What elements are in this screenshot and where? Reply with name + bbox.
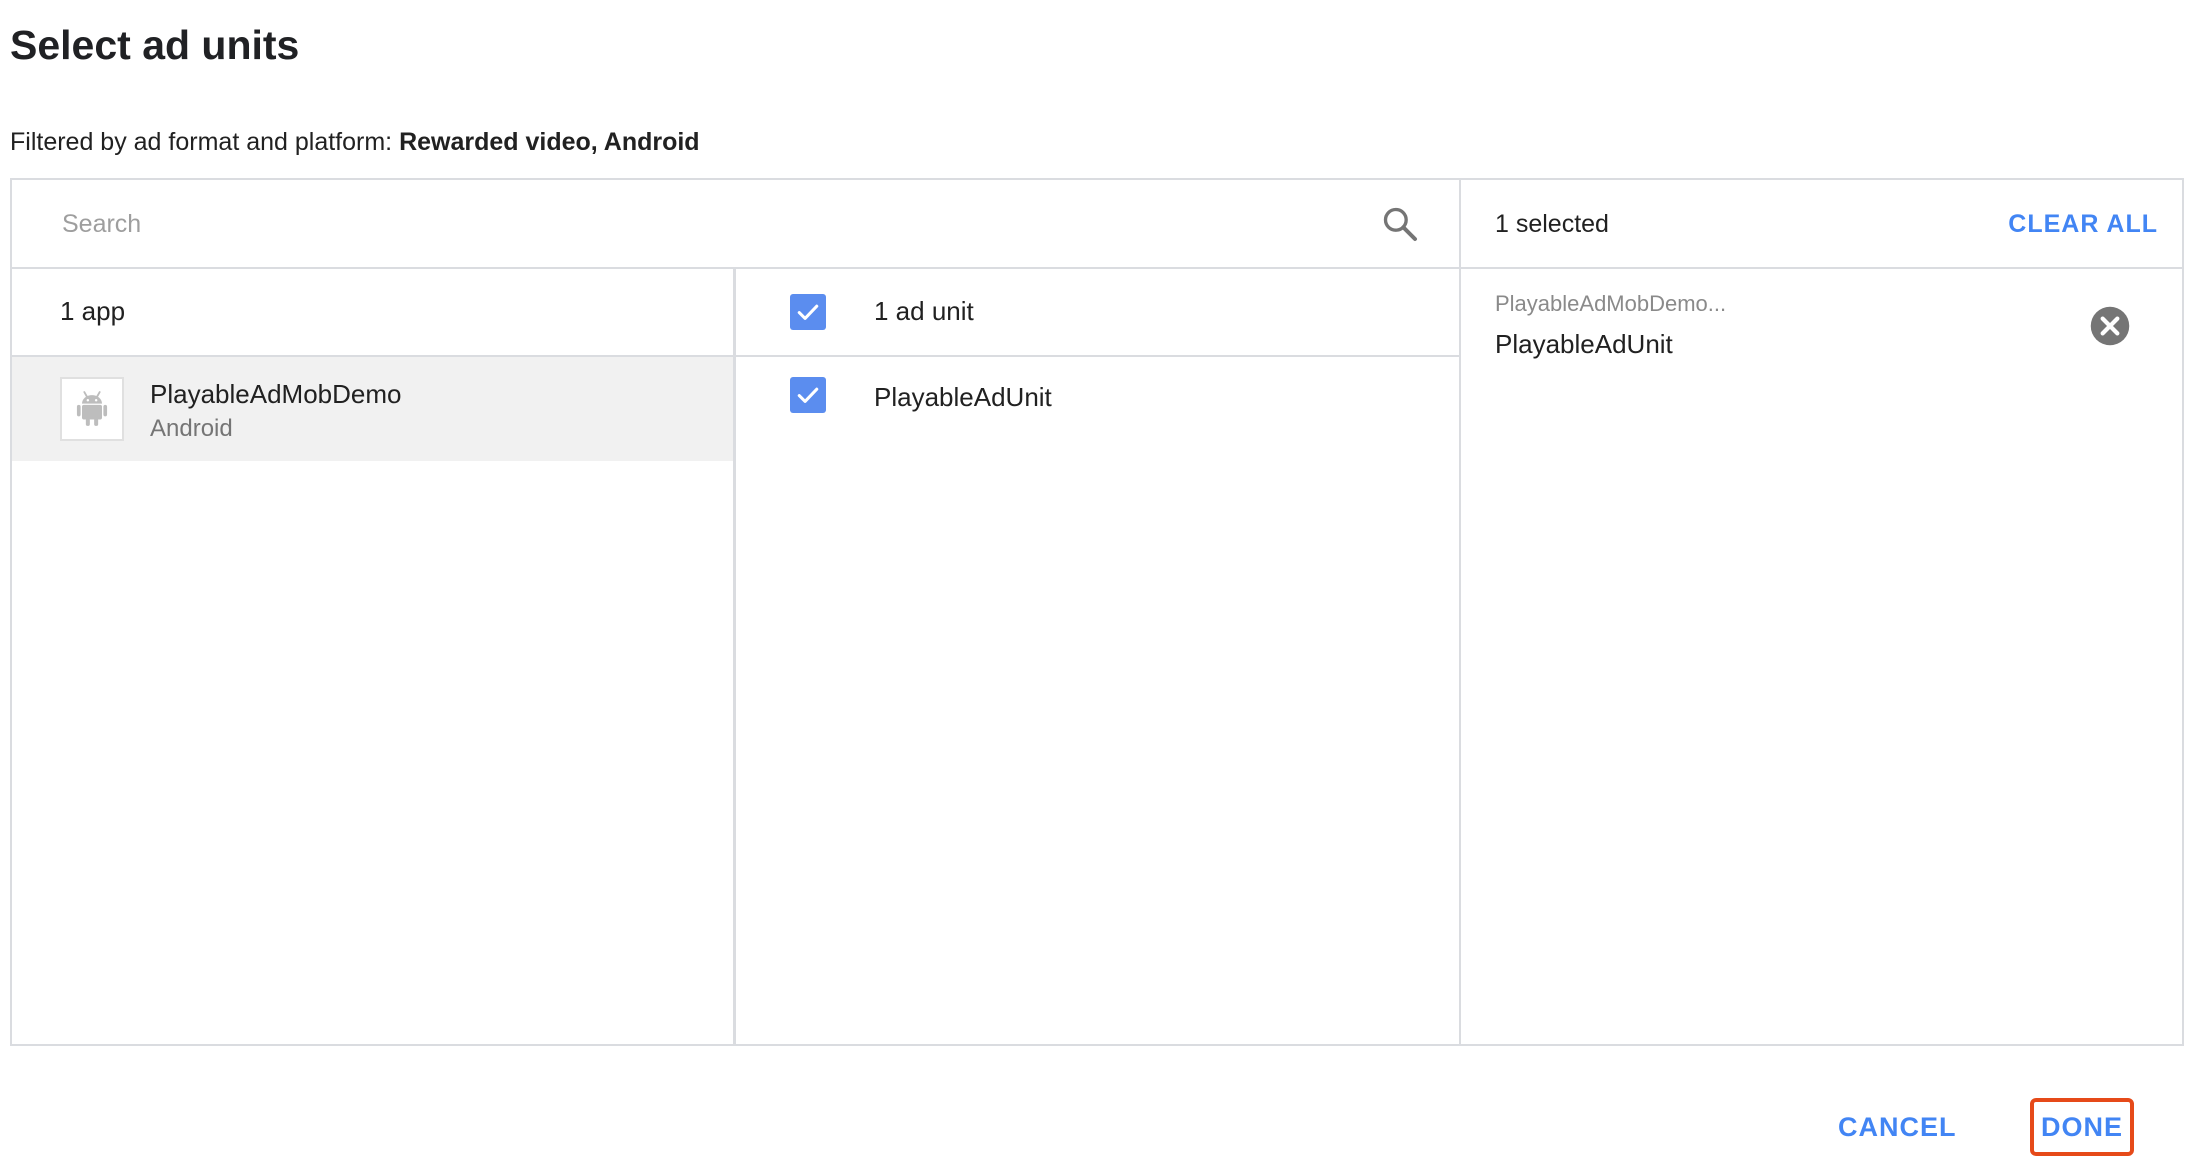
apps-column: 1 app PlayableAdMobDemo Android xyxy=(12,269,736,1044)
cancel-button[interactable]: CANCEL xyxy=(1838,1112,1957,1143)
filter-description: Filtered by ad format and platform: Rewa… xyxy=(10,128,700,157)
ad-units-count: 1 ad unit xyxy=(874,296,974,326)
checkmark-icon xyxy=(797,304,819,320)
search-icon[interactable] xyxy=(1380,204,1420,244)
apps-column-header: 1 app xyxy=(12,269,733,357)
ad-unit-name[interactable]: PlayableAdUnit xyxy=(874,382,1052,413)
clear-all-button[interactable]: CLEAR ALL xyxy=(2008,210,2158,239)
search-input[interactable] xyxy=(62,206,1362,242)
checkmark-icon xyxy=(797,387,819,403)
selected-item-app: PlayableAdMobDemo... xyxy=(1495,291,1727,316)
selected-header: 1 selected CLEAR ALL xyxy=(1461,180,2182,269)
ad-unit-checkbox[interactable] xyxy=(790,377,826,413)
app-platform: Android xyxy=(150,415,233,442)
selected-item: PlayableAdMobDemo... PlayableAdUnit xyxy=(1461,269,2182,379)
select-ad-units-dialog: Select ad units Filtered by ad format an… xyxy=(0,0,2194,1176)
done-button[interactable]: DONE xyxy=(2030,1098,2134,1156)
app-name: PlayableAdMobDemo xyxy=(150,379,402,409)
android-icon xyxy=(76,391,108,426)
selected-count: 1 selected xyxy=(1495,210,1609,238)
dialog-title: Select ad units xyxy=(10,22,300,68)
ad-units-column: 1 ad unit PlayableAdUnit xyxy=(736,269,1461,1044)
select-all-checkbox[interactable] xyxy=(790,294,826,330)
filter-prefix: Filtered by ad format and platform: xyxy=(10,128,393,156)
search-bar xyxy=(12,180,1461,269)
selected-item-unit: PlayableAdUnit xyxy=(1495,329,1673,359)
done-button-label: DONE xyxy=(2040,1111,2123,1142)
filter-value: Rewarded video, Android xyxy=(399,128,700,156)
selection-panel: 1 selected CLEAR ALL 1 app xyxy=(10,178,2184,1046)
selected-column: PlayableAdMobDemo... PlayableAdUnit xyxy=(1461,269,2182,1044)
apps-count: 1 app xyxy=(60,296,126,326)
ad-units-column-header: 1 ad unit xyxy=(736,269,1459,357)
remove-selected-icon[interactable] xyxy=(2089,305,2131,347)
app-icon xyxy=(60,377,124,441)
app-list-item[interactable]: PlayableAdMobDemo Android xyxy=(12,357,733,461)
